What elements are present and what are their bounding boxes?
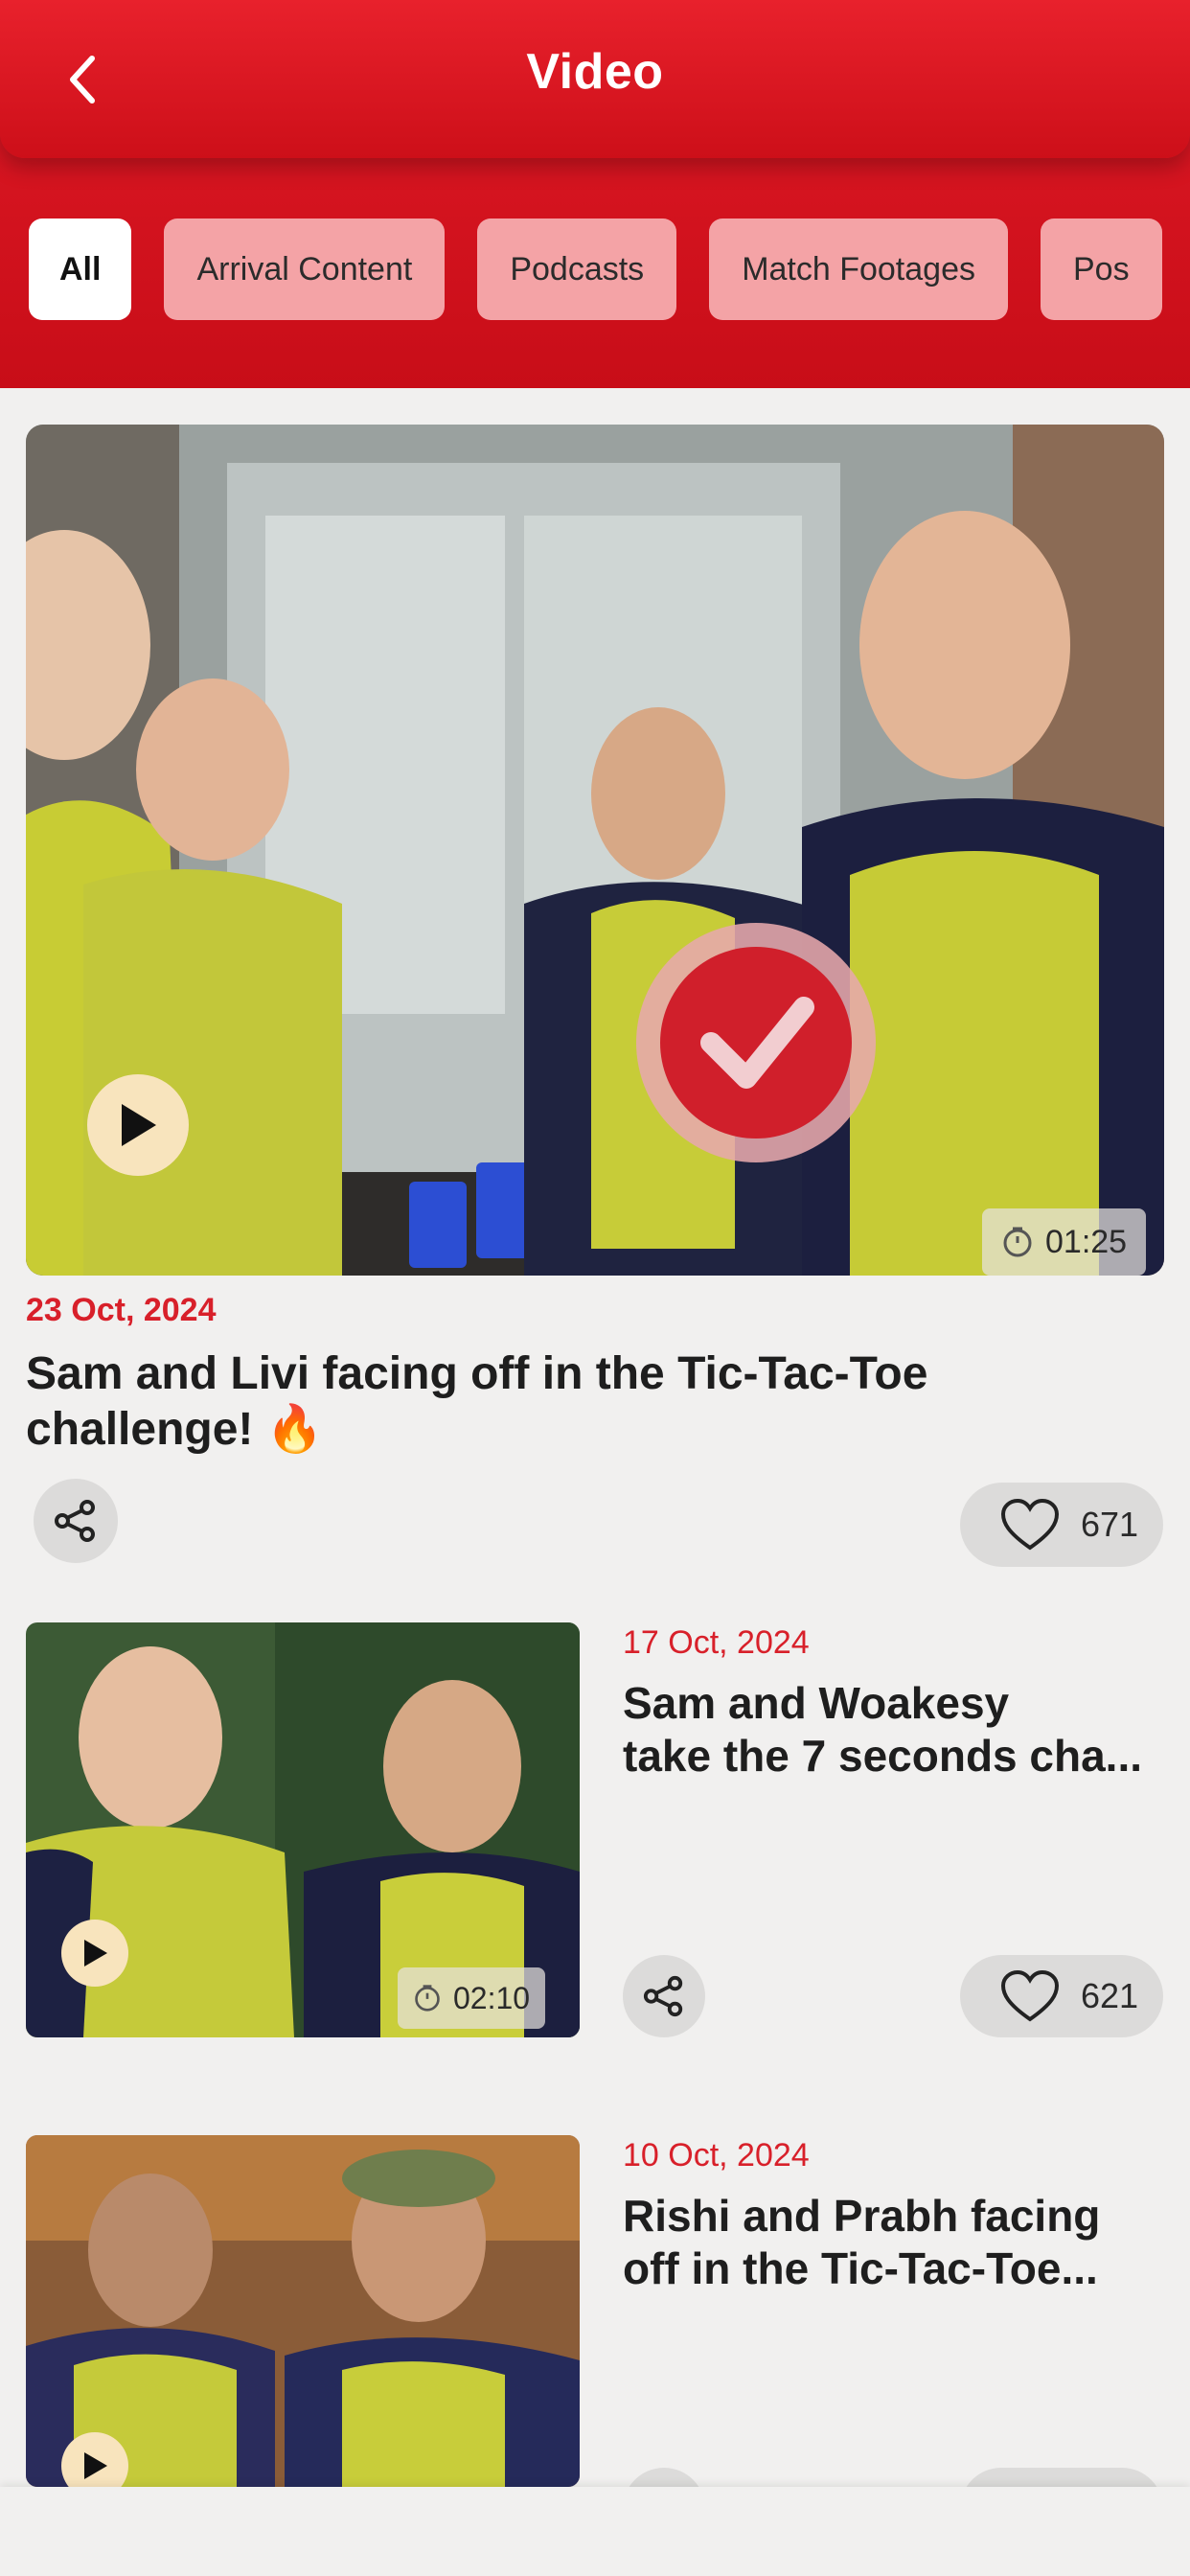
video-title-line: take the 7 seconds cha... [623, 1731, 1143, 1782]
video-title[interactable]: Rishi and Prabh facing off in the Tic-Ta… [623, 2190, 1159, 2295]
featured-title[interactable]: Sam and Livi facing off in the Tic-Tac-T… [26, 1346, 1137, 1457]
clock-icon [415, 1985, 440, 2012]
video-title[interactable]: Sam and Woakesy take the 7 seconds cha..… [623, 1677, 1159, 1782]
play-button[interactable] [87, 1074, 189, 1176]
heart-icon [1000, 1498, 1060, 1551]
like-count: 621 [1081, 1976, 1139, 2015]
like-button[interactable]: 671 [960, 1483, 1163, 1567]
share-icon [643, 1975, 683, 2017]
featured-date: 23 Oct, 2024 [26, 1292, 217, 1328]
chip-all[interactable]: All [29, 218, 132, 320]
play-icon [84, 2452, 107, 2479]
featured-thumbnail-image [26, 425, 1164, 1276]
chip-match-footages[interactable]: Match Footages [709, 218, 1008, 320]
bottom-bar [0, 2487, 1190, 2576]
duration-badge: 01:25 [982, 1208, 1147, 1276]
duration-badge: 02:10 [398, 1967, 546, 2029]
play-button[interactable] [61, 1920, 128, 1987]
duration-text: 02:10 [453, 1980, 531, 2015]
play-icon [84, 1940, 107, 1966]
chip-posters[interactable]: Pos [1040, 218, 1162, 320]
filter-chips: All Arrival Content Podcasts Match Foota… [29, 218, 1162, 320]
chip-arrival-content[interactable]: Arrival Content [164, 218, 446, 320]
clock-icon [1003, 1227, 1032, 1257]
heart-icon [1000, 1969, 1060, 2022]
play-icon [122, 1104, 156, 1146]
share-button[interactable] [623, 1955, 705, 2037]
video-date: 17 Oct, 2024 [623, 1624, 810, 1661]
page-title: Video [526, 44, 664, 100]
like-button[interactable]: 621 [960, 1955, 1163, 2037]
video-thumbnail-image [26, 2135, 580, 2487]
like-count: 671 [1081, 1505, 1139, 1544]
video-thumbnail[interactable] [26, 2135, 580, 2487]
share-button[interactable] [34, 1479, 118, 1563]
chip-podcasts[interactable]: Podcasts [477, 218, 677, 320]
featured-video-thumbnail[interactable]: 01:25 [26, 425, 1164, 1276]
share-icon [55, 1500, 95, 1542]
video-date: 10 Oct, 2024 [623, 2137, 810, 2174]
header: Video All Arrival Content Podcasts Match… [0, 0, 1190, 388]
video-title-line: Sam and Woakesy [623, 1678, 1010, 1728]
video-title-line: off in the Tic-Tac-Toe... [623, 2243, 1098, 2294]
duration-text: 01:25 [1045, 1223, 1128, 1260]
top-bar: Video [0, 0, 1190, 158]
video-thumbnail[interactable]: 02:10 [26, 1622, 580, 2037]
video-title-line: Rishi and Prabh facing [623, 2191, 1101, 2241]
